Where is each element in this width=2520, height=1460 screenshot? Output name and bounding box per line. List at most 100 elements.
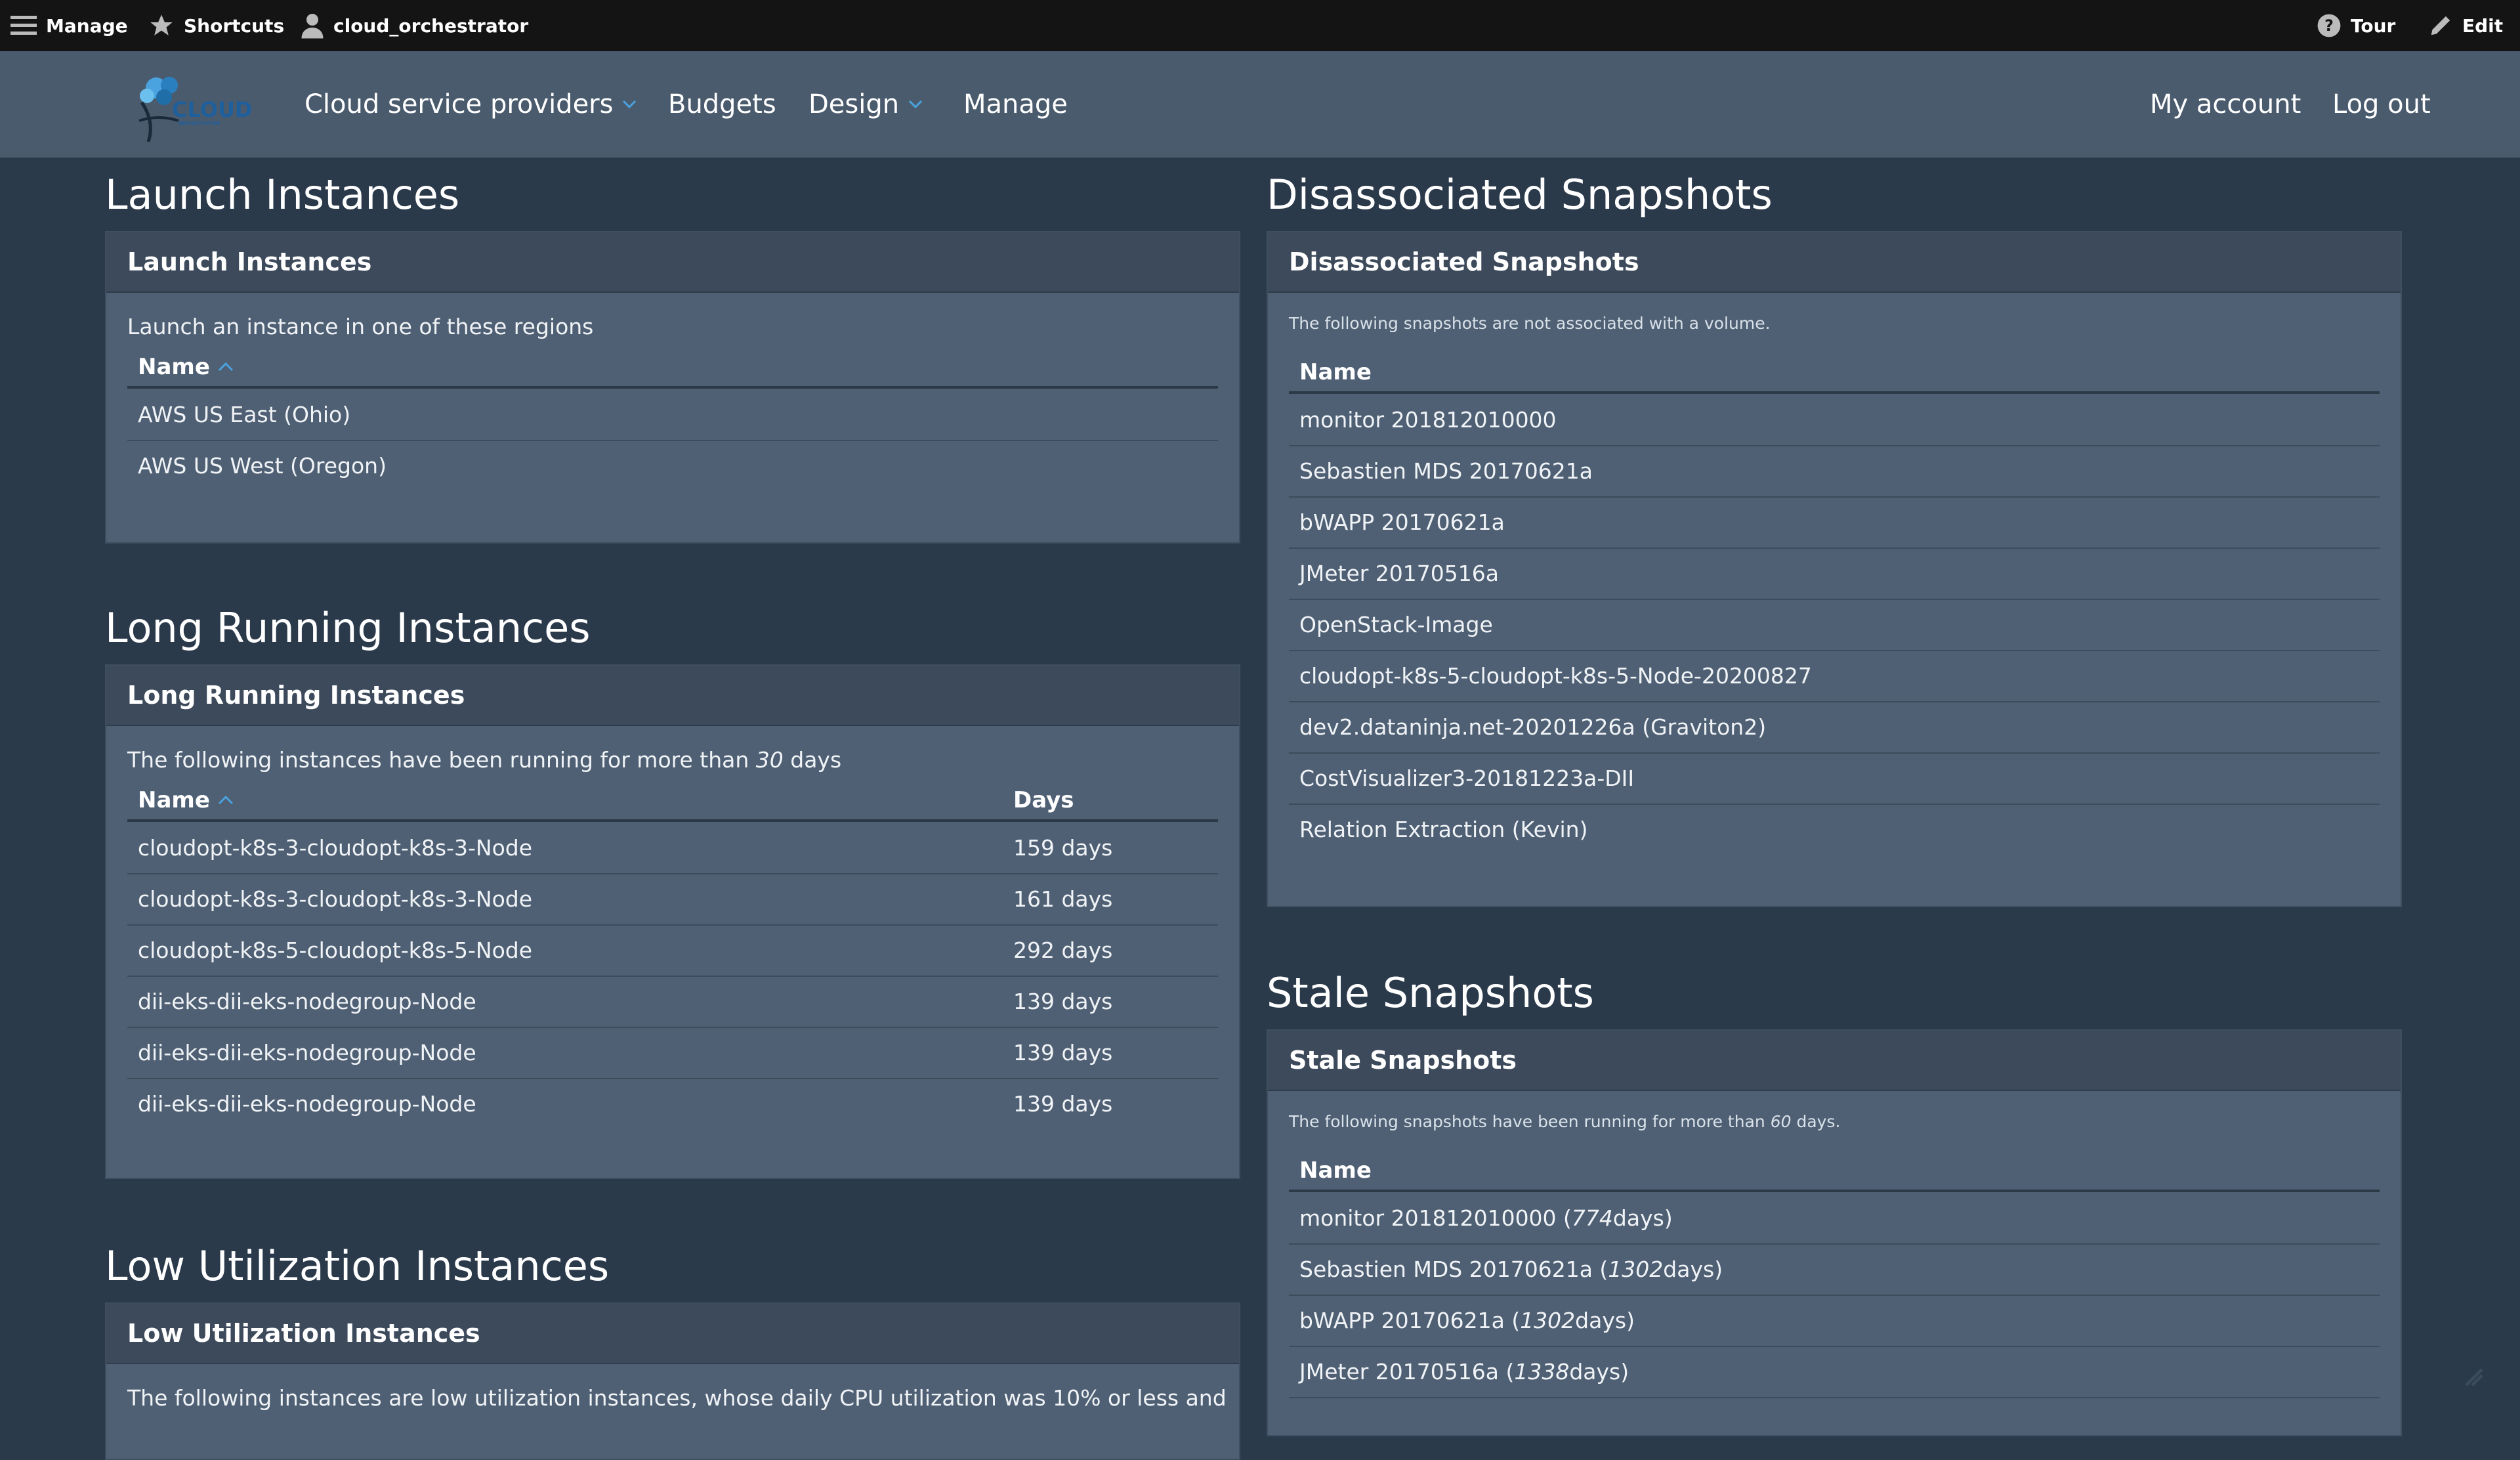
launch-instances-panel: Launch Instances Launch an instance in o… xyxy=(105,231,1240,544)
table-row: dii-eks-dii-eks-nodegroup-Node 139 days xyxy=(127,976,1218,1028)
table-row: cloudopt-k8s-5-cloudopt-k8s-5-Node 292 d… xyxy=(127,924,1218,977)
instance-name: cloudopt-k8s-3-cloudopt-k8s-3-Node xyxy=(138,886,533,912)
table-row: OpenStack-Image xyxy=(1289,599,2380,651)
table-header: Name xyxy=(127,348,1218,389)
snapshot-days: 774 xyxy=(1571,1205,1613,1231)
nav-manage-label: Manage xyxy=(963,89,1068,119)
panel-description: The following instances are low utilizat… xyxy=(127,1385,1227,1411)
main-navbar: CLOUD ORCHESTRATOR Cloud service provide… xyxy=(0,51,2520,158)
snapshot-days-suffix: days) xyxy=(1575,1307,1635,1333)
snapshot-entry: JMeter 20170516a (1338 days) xyxy=(1299,1346,1629,1397)
desc-prefix: The following instances have been runnin… xyxy=(127,747,756,773)
instance-name: dii-eks-dii-eks-nodegroup-Node xyxy=(138,1090,476,1117)
sort-name-header[interactable]: Name xyxy=(138,781,234,819)
region-name[interactable]: AWS US East (Ohio) xyxy=(138,389,350,440)
panel-title: Disassociated Snapshots xyxy=(1268,232,2401,293)
snapshot-entry: bWAPP 20170621a (1302 days) xyxy=(1299,1295,1635,1346)
column-name-label: Name xyxy=(1299,359,1372,385)
snapshot-name: cloudopt-k8s-5-cloudopt-k8s-5-Node-20200… xyxy=(1299,662,1812,689)
panel-title: Stale Snapshots xyxy=(1268,1031,2401,1091)
snapshot-name: JMeter 20170516a ( xyxy=(1299,1358,1515,1385)
logo-text: CLOUD xyxy=(172,97,253,122)
desc-suffix: days xyxy=(783,747,842,773)
nav-design[interactable]: Design xyxy=(808,51,923,158)
table-row[interactable]: AWS US East (Ohio) xyxy=(127,389,1218,441)
manage-menu-button[interactable]: Manage xyxy=(10,0,128,51)
shortcuts-button[interactable]: Shortcuts xyxy=(148,0,284,51)
table-row: dev2.dataninja.net-20201226a (Graviton2) xyxy=(1289,701,2380,754)
table-header: Name xyxy=(1289,353,2380,394)
table-row: bWAPP 20170621a (1302 days) xyxy=(1289,1295,2380,1347)
logo-subtext: ORCHESTRATOR xyxy=(178,121,220,126)
nav-cloud-service-providers[interactable]: Cloud service providers xyxy=(304,51,637,158)
nav-design-label: Design xyxy=(808,89,900,119)
star-icon xyxy=(150,14,173,35)
nav-budgets[interactable]: Budgets xyxy=(668,51,776,158)
snapshot-name: Sebastien MDS 20170621a xyxy=(1299,458,1593,484)
column-name-label: Name xyxy=(138,354,210,380)
desc-days: 30 xyxy=(755,747,784,773)
table-row[interactable]: AWS US West (Oregon) xyxy=(127,440,1218,491)
snapshot-name: JMeter 20170516a xyxy=(1299,560,1499,586)
user-button[interactable]: cloud_orchestrator xyxy=(301,0,528,51)
long-running-panel: Long Running Instances The following ins… xyxy=(105,664,1240,1179)
table-row: dii-eks-dii-eks-nodegroup-Node 139 days xyxy=(127,1027,1218,1079)
snapshot-name: bWAPP 20170621a ( xyxy=(1299,1307,1521,1333)
snapshot-entry: Sebastien MDS 20170621a (1302 days) xyxy=(1299,1243,1723,1295)
table-header: Name xyxy=(1289,1151,2380,1192)
tour-label: Tour xyxy=(2351,14,2396,37)
snapshot-days: 1302 xyxy=(1520,1307,1576,1333)
snapshot-name: CostVisualizer3-20181223a-DII xyxy=(1299,765,1635,791)
user-label: cloud_orchestrator xyxy=(333,14,529,37)
desc-prefix: The following snapshots have been runnin… xyxy=(1289,1112,1771,1131)
panel-description: The following snapshots are not associat… xyxy=(1289,314,1771,333)
long-running-heading: Long Running Instances xyxy=(105,604,591,652)
instance-days: 159 days xyxy=(1013,834,1113,861)
snapshot-days-suffix: days) xyxy=(1663,1256,1723,1282)
hamburger-icon xyxy=(10,16,37,35)
column-days-label: Days xyxy=(1013,787,1074,813)
nav-providers-label: Cloud service providers xyxy=(304,89,614,119)
collapse-handle-icon[interactable] xyxy=(2462,1365,2486,1389)
instance-days: 139 days xyxy=(1013,1090,1113,1117)
sort-days-header[interactable]: Days xyxy=(1013,781,1074,819)
table-header: Name Days xyxy=(127,781,1218,822)
nav-my-account[interactable]: My account xyxy=(2150,51,2301,158)
manage-label: Manage xyxy=(46,14,128,37)
region-name[interactable]: AWS US West (Oregon) xyxy=(138,440,387,491)
shortcuts-label: Shortcuts xyxy=(184,14,285,37)
nav-account-label: My account xyxy=(2150,89,2301,119)
table-row: cloudopt-k8s-3-cloudopt-k8s-3-Node 161 d… xyxy=(127,873,1218,926)
instance-name: dii-eks-dii-eks-nodegroup-Node xyxy=(138,988,476,1014)
table-row: bWAPP 20170621a xyxy=(1289,496,2380,549)
stale-snapshots-heading: Stale Snapshots xyxy=(1267,969,1594,1017)
nav-logout-label: Log out xyxy=(2332,89,2431,119)
low-utilization-panel: Low Utilization Instances The following … xyxy=(105,1302,1240,1460)
table-row: dii-eks-dii-eks-nodegroup-Node 139 days xyxy=(127,1078,1218,1129)
panel-title: Low Utilization Instances xyxy=(106,1304,1239,1364)
table-row: JMeter 20170516a (1338 days) xyxy=(1289,1346,2380,1398)
edit-label: Edit xyxy=(2462,14,2504,37)
tour-button[interactable]: ? Tour xyxy=(2317,0,2395,51)
desc-days: 60 xyxy=(1770,1112,1792,1131)
site-logo[interactable]: CLOUD ORCHESTRATOR xyxy=(116,63,260,142)
table-row: cloudopt-k8s-3-cloudopt-k8s-3-Node 159 d… xyxy=(127,822,1218,874)
snapshot-name: dev2.dataninja.net-20201226a (Graviton2) xyxy=(1299,714,1767,740)
chevron-up-icon xyxy=(218,795,233,805)
table-row: monitor 201812010000 (774 days) xyxy=(1289,1192,2380,1245)
desc-suffix: days. xyxy=(1791,1112,1841,1131)
chevron-up-icon xyxy=(218,362,233,372)
instance-name: dii-eks-dii-eks-nodegroup-Node xyxy=(138,1039,476,1065)
instance-days: 139 days xyxy=(1013,988,1113,1014)
sort-name-header[interactable]: Name xyxy=(138,348,234,386)
edit-button[interactable]: Edit xyxy=(2428,0,2503,51)
nav-manage[interactable]: Manage xyxy=(963,51,1068,158)
snapshot-days: 1338 xyxy=(1514,1358,1570,1385)
panel-description: The following instances have been runnin… xyxy=(127,747,841,773)
snapshot-entry: monitor 201812010000 (774 days) xyxy=(1299,1192,1673,1243)
table-row: cloudopt-k8s-5-cloudopt-k8s-5-Node-20200… xyxy=(1289,650,2380,702)
admin-toolbar: Manage Shortcuts cloud_orchestrator ? To… xyxy=(0,0,2520,51)
nav-log-out[interactable]: Log out xyxy=(2332,51,2431,158)
chevron-down-icon xyxy=(909,100,923,109)
snapshot-name: monitor 201812010000 xyxy=(1299,406,1557,433)
